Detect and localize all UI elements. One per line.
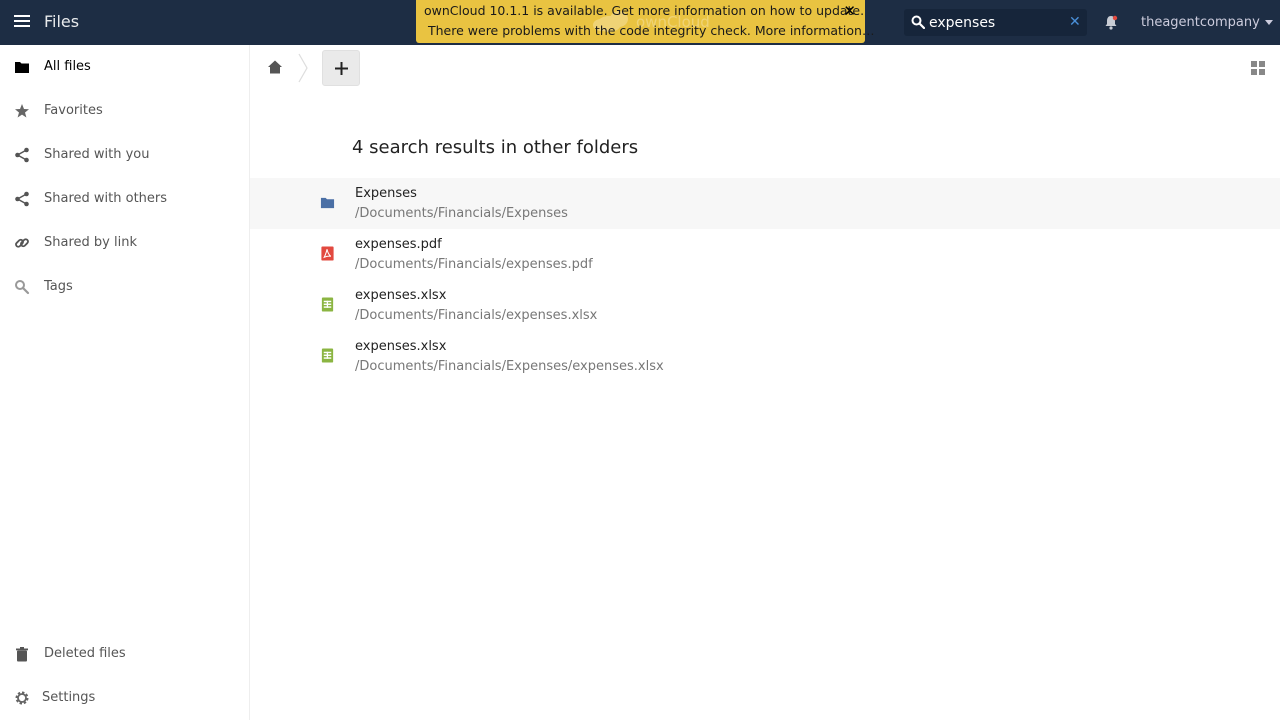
search-result-row[interactable]: expenses.xlsx /Documents/Financials/Expe… [250,331,1280,382]
result-file-path: /Documents/Financials/expenses.xlsx [355,308,598,323]
result-file-name[interactable]: expenses.xlsx [355,288,446,303]
sidebar-item-favorites[interactable]: Favorites [0,89,249,133]
sidebar-item-label: Deleted files [44,646,126,661]
new-file-button[interactable] [322,50,360,86]
clear-search-button[interactable]: ✕ [1069,14,1081,30]
search-input[interactable] [929,12,1064,33]
star-icon [15,104,29,118]
sidebar-item-deleted-files[interactable]: Deleted files [0,632,249,676]
folder-icon [15,62,29,73]
close-banner-button[interactable]: ✕ [843,2,856,20]
result-file-name[interactable]: expenses.pdf [355,237,442,252]
hamburger-menu-icon[interactable] [14,15,30,29]
share-icon [15,191,29,207]
user-menu[interactable]: theagentcompany [1141,15,1273,30]
result-file-path: /Documents/Financials/Expenses [355,206,568,221]
search-result-row[interactable]: expenses.xlsx /Documents/Financials/expe… [250,280,1280,331]
top-header: Files ownCloud ownCloud 10.1.1 is availa… [0,0,1280,45]
search-box: ✕ [904,9,1087,36]
result-file-name[interactable]: Expenses [355,186,417,201]
sidebar-item-all-files[interactable]: All files [0,45,249,89]
search-icon [911,15,925,29]
sidebar-item-label: Tags [44,279,73,294]
pdf-icon [321,246,334,261]
integrity-check-message[interactable]: There were problems with the code integr… [428,23,874,38]
update-notification-banner: ownCloud ownCloud 10.1.1 is available. G… [416,0,874,43]
search-results-title: 4 search results in other folders [352,137,639,158]
settings-button[interactable]: Settings [0,676,249,720]
folder-icon [320,197,335,209]
app-name[interactable]: Files [44,12,79,31]
user-name: theagentcompany [1141,15,1260,30]
notifications-bell-icon[interactable] [1104,15,1118,30]
sidebar-item-tags[interactable]: Tags [0,265,249,309]
sidebar-item-shared-by-link[interactable]: Shared by link [0,221,249,265]
files-controls-bar [250,45,1280,89]
search-result-row[interactable]: expenses.pdf /Documents/Financials/expen… [250,229,1280,280]
app-navigation-sidebar: All files Favorites Shared with you Shar… [0,45,250,720]
result-file-path: /Documents/Financials/expenses.pdf [355,257,593,272]
link-icon [15,238,29,248]
home-icon[interactable] [267,59,283,75]
result-file-name[interactable]: expenses.xlsx [355,339,446,354]
result-file-path: /Documents/Financials/Expenses/expenses.… [355,359,664,374]
grid-view-icon[interactable] [1251,61,1265,75]
breadcrumb-separator-icon [298,53,308,83]
share-icon [15,147,29,163]
sidebar-item-label: Favorites [44,103,103,118]
sidebar-item-label: Shared with you [44,147,150,162]
sidebar-item-label: Shared with others [44,191,168,206]
sidebar-item-label: All files [44,59,91,74]
tag-search-icon [15,280,30,295]
caret-down-icon [1264,20,1273,25]
sidebar-item-label: Settings [42,690,96,705]
trash-icon [16,647,28,662]
search-result-row[interactable]: Expenses /Documents/Financials/Expenses [250,178,1280,229]
update-available-message[interactable]: ownCloud 10.1.1 is available. Get more i… [424,3,864,18]
gear-icon [15,691,29,705]
plus-icon [335,62,348,75]
sidebar-item-shared-with-you[interactable]: Shared with you [0,133,249,177]
sidebar-item-shared-with-others[interactable]: Shared with others [0,177,249,221]
spreadsheet-icon [321,297,334,312]
spreadsheet-icon [321,348,334,363]
sidebar-item-label: Shared by link [44,235,137,250]
